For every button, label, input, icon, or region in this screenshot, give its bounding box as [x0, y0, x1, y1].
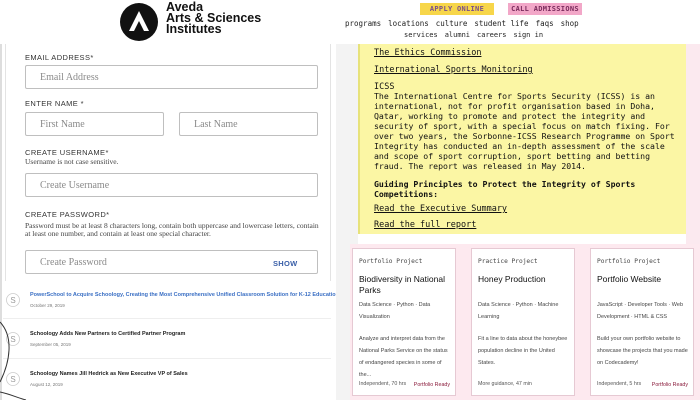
nav-item-careers[interactable]: careers — [477, 31, 507, 39]
portfolio-ready-badge: Portfolio Ready — [413, 382, 450, 388]
news-divider — [3, 318, 331, 319]
nav-item-culture[interactable]: culture — [436, 19, 468, 28]
card-kicker: Practice Project — [478, 258, 538, 265]
news-date: August 12, 2019 — [30, 382, 63, 387]
nav-item-services[interactable]: services — [404, 31, 438, 39]
card-footer: More guidance, 47 min — [478, 381, 532, 387]
name-label: ENTER NAME * — [25, 99, 84, 108]
portfolio-ready-badge: Portfolio Ready — [651, 382, 688, 388]
news-title[interactable]: Schoology Adds New Partners to Certified… — [30, 331, 185, 337]
username-help: Username is not case sensitive. — [25, 157, 119, 166]
apply-online-button[interactable]: APPLY ONLINE — [420, 3, 494, 15]
news-date: September 05, 2019 — [30, 342, 71, 347]
nav-item-locations[interactable]: locations — [388, 19, 429, 28]
project-card[interactable]: Portfolio Project Portfolio Website Java… — [590, 248, 694, 396]
card-tags: Data Science · Python · Data Visualizati… — [359, 302, 431, 320]
logo-line-3: Institutes — [166, 22, 222, 36]
project-card[interactable]: Portfolio Project Biodiversity in Nation… — [352, 248, 456, 396]
primary-nav: programs locations culture student life … — [345, 19, 579, 28]
nav-item-programs[interactable]: programs — [345, 19, 381, 28]
card-description: Build your own portfolio website to show… — [597, 336, 688, 366]
project-card[interactable]: Practice Project Honey Production Data S… — [471, 248, 575, 396]
card-kicker: Portfolio Project — [359, 258, 423, 265]
nav-item-alumni[interactable]: alumni — [445, 31, 470, 39]
right-edge-panel — [686, 44, 700, 244]
news-list: S PowerSchool to Acquire Schoology, Crea… — [3, 281, 339, 400]
show-password-button[interactable]: SHOW — [273, 259, 298, 268]
ethics-commission-link[interactable]: The Ethics Commission — [374, 48, 481, 58]
nav-item-sign-in[interactable]: sign in — [514, 31, 544, 39]
card-description: Analyze and interpret data from the Nati… — [359, 336, 448, 378]
card-kicker: Portfolio Project — [597, 258, 661, 265]
nav-item-shop[interactable]: shop — [561, 19, 579, 28]
password-help: Password must be at least 8 characters l… — [25, 221, 319, 238]
email-field[interactable]: Email Address — [25, 65, 318, 89]
card-title[interactable]: Biodiversity in National Parks — [359, 274, 451, 296]
card-tags: Data Science · Python · Machine Learning — [478, 302, 559, 320]
username-field[interactable]: Create Username — [25, 173, 318, 197]
news-title[interactable]: PowerSchool to Acquire Schoology, Creati… — [30, 292, 339, 298]
executive-summary-link[interactable]: Read the Executive Summary — [374, 204, 507, 214]
aveda-logo-icon[interactable] — [120, 3, 158, 41]
news-item[interactable]: S PowerSchool to Acquire Schoology, Crea… — [3, 281, 339, 319]
secondary-nav: services alumni careers sign in — [404, 31, 543, 39]
news-date: October 29, 2019 — [30, 303, 65, 308]
card-description: Fit a line to data about the honeybee po… — [478, 336, 568, 366]
username-label: CREATE USERNAME* — [25, 148, 109, 157]
nav-item-student-life[interactable]: student life — [474, 19, 528, 28]
email-label: EMAIL ADDRESS* — [25, 53, 94, 62]
news-title[interactable]: Schoology Names Jill Hedrick as New Exec… — [30, 371, 188, 377]
password-label: CREATE PASSWORD* — [25, 210, 110, 219]
card-tags: JavaScript · Developer Tools · Web Devel… — [597, 302, 683, 320]
guiding-principles-heading: Guiding Principles to Protect the Integr… — [374, 179, 636, 199]
card-title[interactable]: Honey Production — [478, 274, 570, 285]
logo-wordmark[interactable]: Aveda Arts & Sciences Institutes — [166, 1, 261, 36]
card-title[interactable]: Portfolio Website — [597, 274, 689, 285]
news-item[interactable]: S Schoology Adds New Partners to Certifi… — [3, 320, 331, 358]
icss-article: The Ethics Commission International Spor… — [358, 44, 686, 234]
call-admissions-button[interactable]: CALL ADMISSIONS — [508, 3, 582, 15]
news-divider — [3, 358, 331, 359]
decorative-curve — [0, 321, 27, 400]
nav-item-faqs[interactable]: faqs — [536, 19, 554, 28]
article-body: The International Centre for Sports Secu… — [374, 91, 675, 171]
site-header: Aveda Arts & Sciences Institutes APPLY O… — [0, 0, 700, 44]
sports-monitoring-link[interactable]: International Sports Monitoring — [374, 65, 533, 75]
news-item[interactable]: S Schoology Names Jill Hedrick as New Ex… — [3, 360, 331, 398]
last-name-field[interactable]: Last Name — [179, 112, 318, 136]
first-name-field[interactable]: First Name — [25, 112, 164, 136]
full-report-link[interactable]: Read the full report — [374, 220, 476, 230]
